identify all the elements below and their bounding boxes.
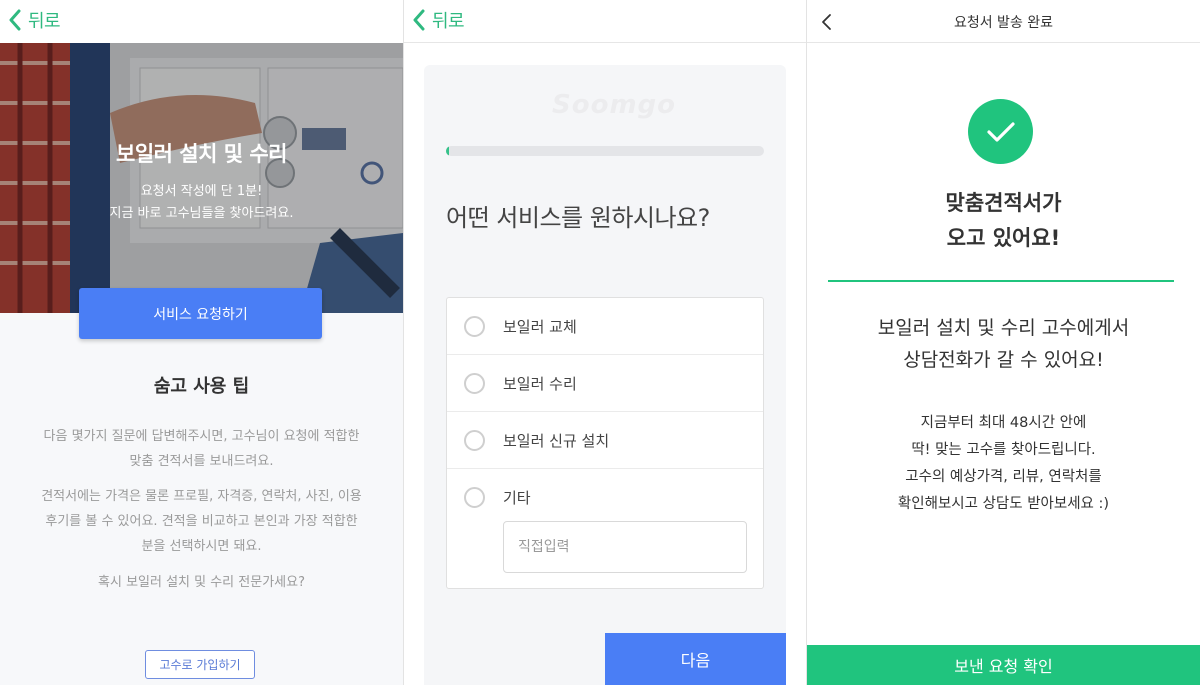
option-label: 보일러 교체: [503, 317, 577, 336]
back-button[interactable]: 뒤로: [8, 6, 61, 34]
other-text-input[interactable]: [503, 521, 747, 573]
top-bar: 요청서 발송 완료: [807, 0, 1200, 43]
option-boiler-replace[interactable]: 보일러 교체: [447, 298, 763, 355]
back-label: 뒤로: [28, 11, 61, 32]
progress-fill: [446, 146, 450, 156]
question-title: 어떤 서비스를 원하시나요?: [446, 204, 710, 232]
service-subtitle: 요청서 작성에 단 1분! 지금 바로 고수님들을 찾아드려요.: [109, 184, 294, 221]
service-title: 보일러 설치 및 수리: [116, 142, 288, 166]
option-other[interactable]: 기타: [447, 469, 763, 526]
tips-title: 숨고 사용 팁: [153, 376, 250, 397]
radio-button[interactable]: [464, 315, 485, 337]
back-button[interactable]: 뒤로: [412, 6, 465, 34]
chevron-left-icon: [413, 9, 425, 31]
signup-as-pro-button[interactable]: 고수로 가입하기: [145, 650, 255, 679]
top-bar: 뒤로: [0, 0, 403, 43]
radio-button[interactable]: [464, 487, 485, 508]
checkmark-icon: [986, 121, 1015, 142]
success-title: 맞춤견적서가 오고 있어요!: [945, 191, 1062, 250]
success-check-icon: [968, 99, 1033, 164]
top-bar: 뒤로: [404, 0, 806, 43]
radio-button[interactable]: [464, 429, 485, 451]
option-boiler-new-install[interactable]: 보일러 신규 설치: [447, 412, 763, 469]
service-question-screen: 뒤로 Soomgo 어떤 서비스를 원하시나요? 보일러 교체 보일러 수리 보…: [404, 0, 806, 685]
next-button[interactable]: 다음: [605, 633, 786, 685]
option-boiler-repair[interactable]: 보일러 수리: [447, 355, 763, 412]
options-list: 보일러 교체 보일러 수리 보일러 신규 설치 기타: [446, 297, 764, 589]
view-sent-request-button[interactable]: 보낸 요청 확인: [807, 645, 1200, 685]
option-label: 보일러 수리: [503, 374, 577, 393]
brand-watermark: Soomgo: [552, 90, 677, 120]
service-intro-screen: 뒤로 보일러 설치 및 수리 요청서 작성에 단 1분! 지금 바로 고수님들을…: [0, 0, 403, 685]
tip-paragraph-2: 견적서에는 가격은 물론 프로필, 자격증, 연락처, 사진, 이용 후기를 볼…: [41, 489, 362, 554]
chevron-left-icon: [9, 9, 21, 31]
request-sent-screen: 요청서 발송 완료 맞춤견적서가 오고 있어요! 보일러 설치 및 수리 고수에…: [807, 0, 1200, 685]
tip-paragraph-1: 다음 몇가지 질문에 답변해주시면, 고수님이 요청에 적합한 맞춤 견적서를 …: [43, 429, 360, 469]
pro-question-text: 혹시 보일러 설치 및 수리 전문가세요?: [98, 575, 305, 590]
option-label: 기타: [503, 489, 531, 507]
back-label: 뒤로: [432, 11, 465, 32]
progress-bar: [446, 146, 764, 156]
hero-overlay: [0, 43, 403, 313]
consult-message: 보일러 설치 및 수리 고수에게서 상담전화가 갈 수 있어요!: [877, 317, 1130, 371]
info-message: 지금부터 최대 48시간 안에 딱! 맞는 고수를 찾아드립니다. 고수의 예상…: [897, 415, 1110, 512]
page-title: 요청서 발송 완료: [953, 15, 1054, 31]
request-service-button[interactable]: 서비스 요청하기: [79, 288, 322, 339]
radio-button[interactable]: [464, 372, 485, 394]
divider-line: [828, 280, 1174, 282]
option-label: 보일러 신규 설치: [503, 431, 610, 450]
hero-banner: 보일러 설치 및 수리 요청서 작성에 단 1분! 지금 바로 고수님들을 찾아…: [0, 43, 403, 313]
